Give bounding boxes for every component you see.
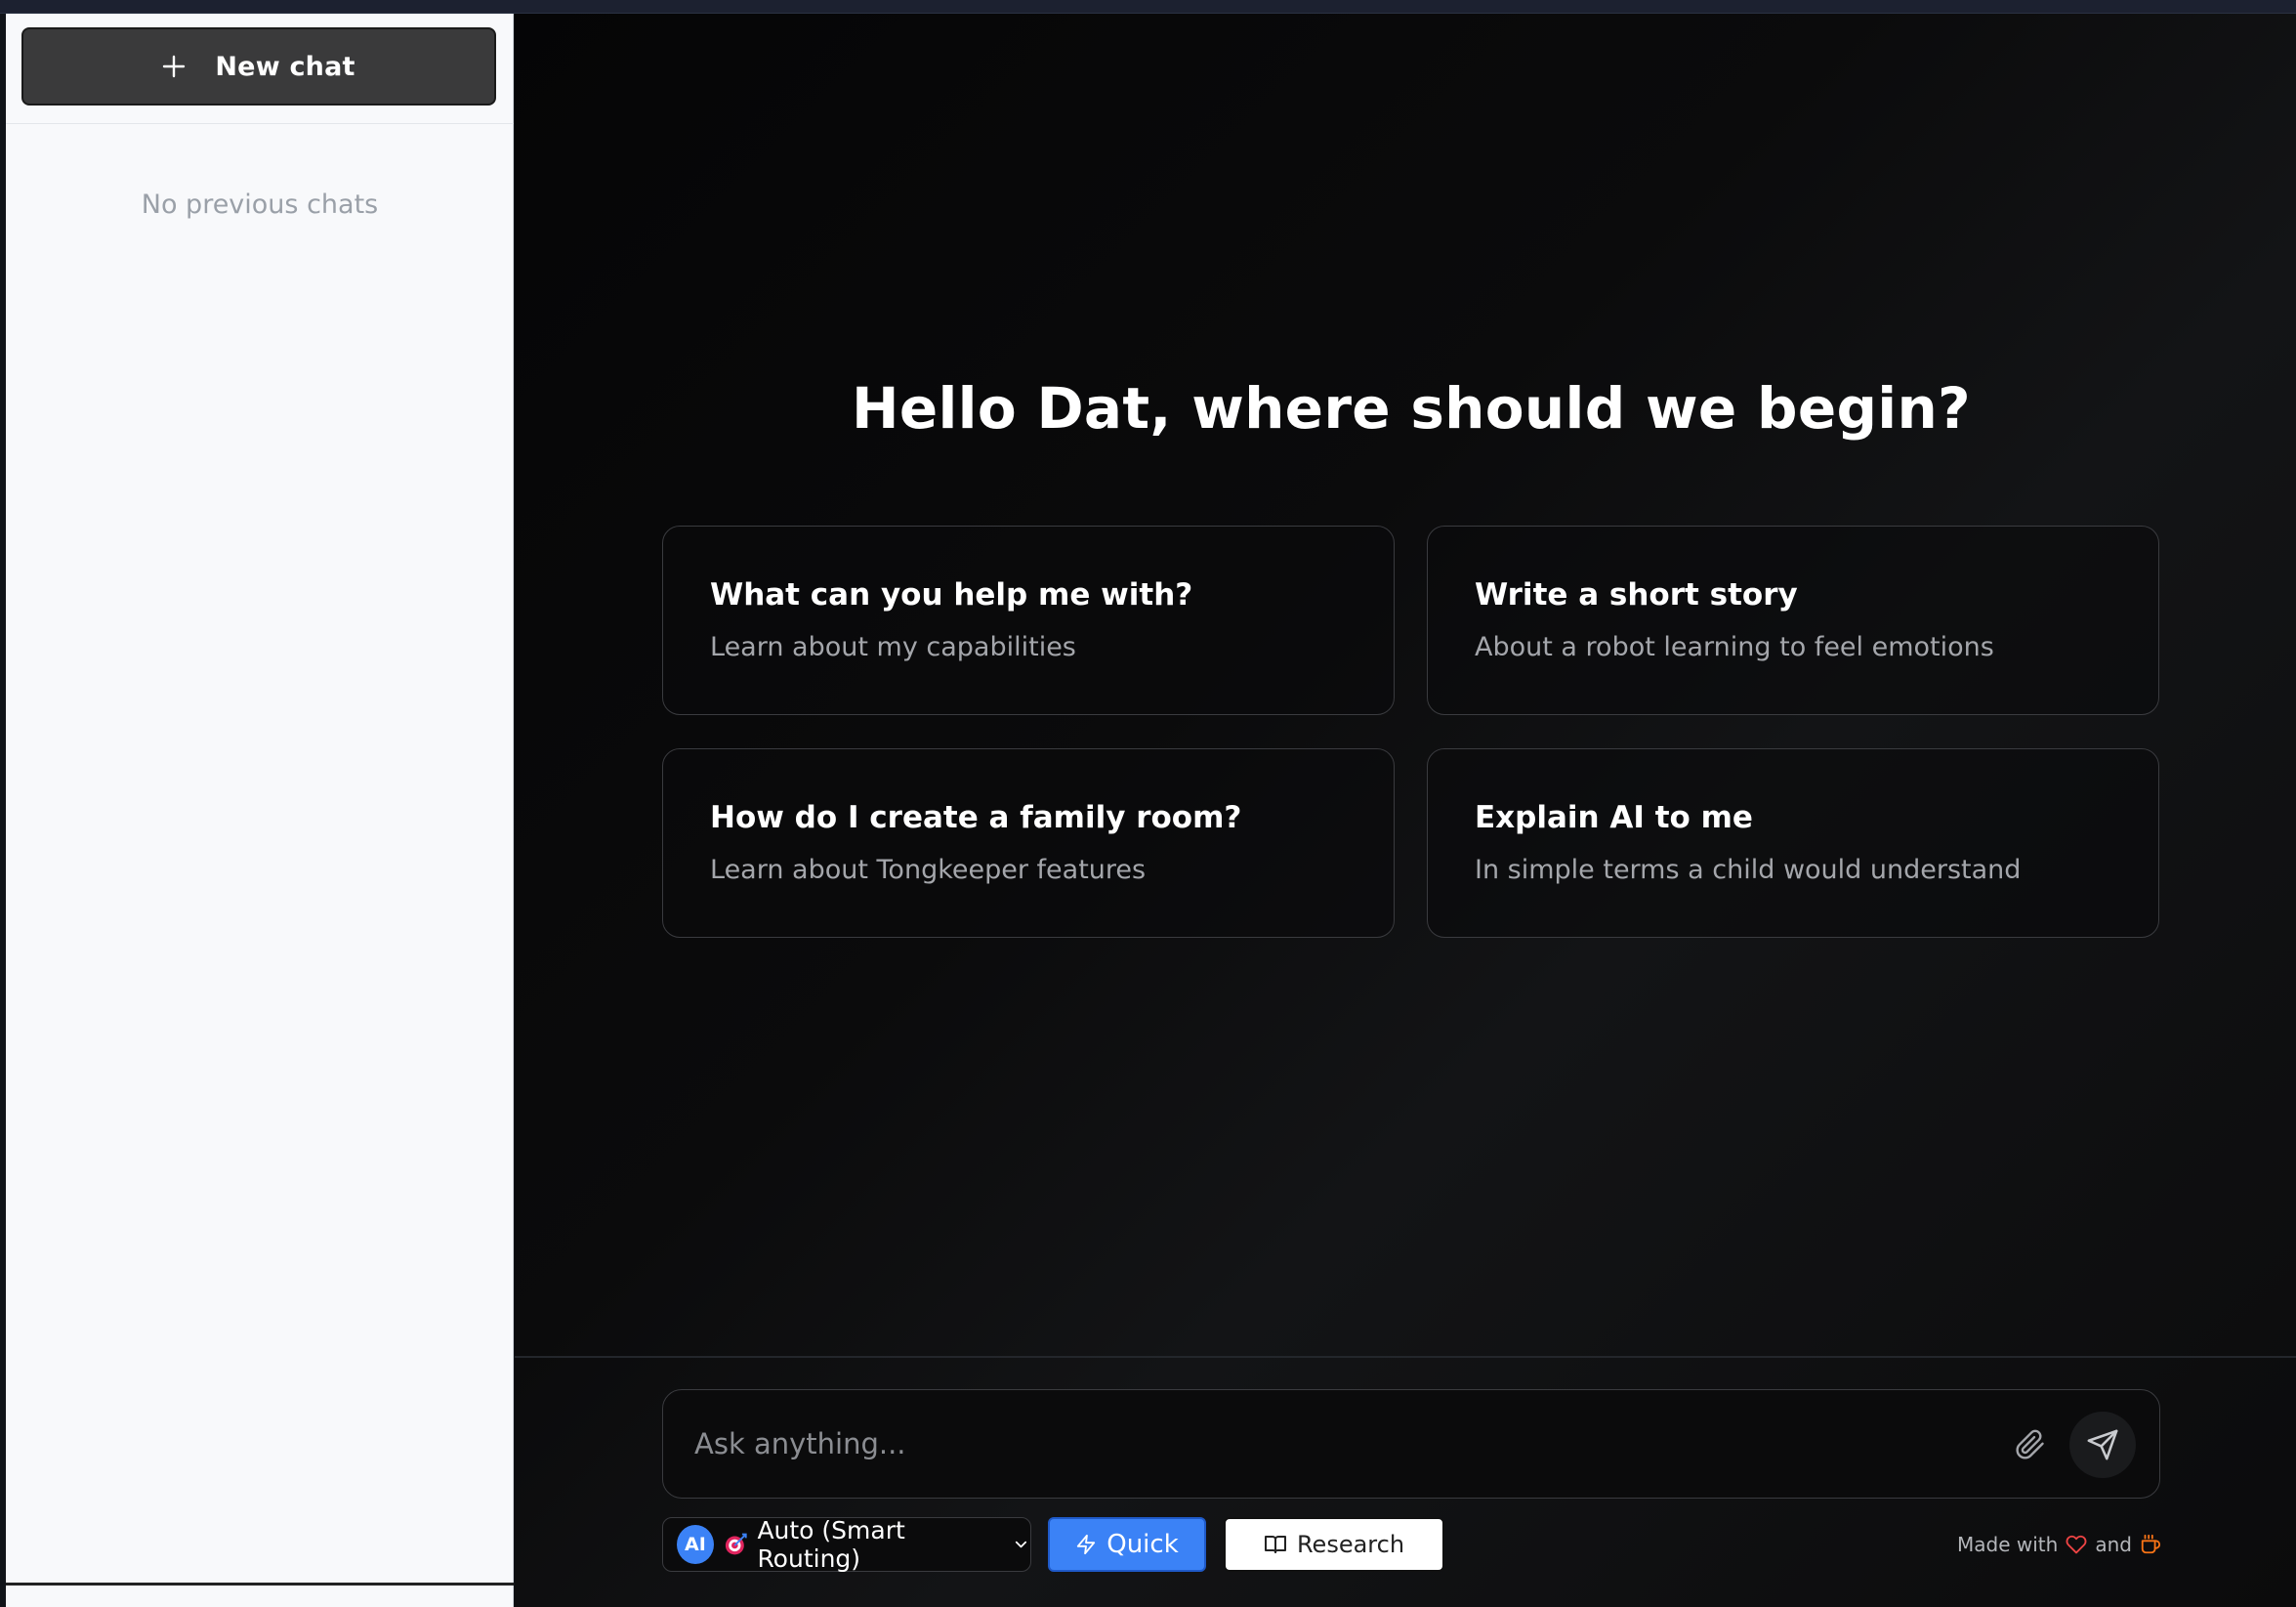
greeting-heading: Hello Dat, where should we begin? <box>852 375 1971 442</box>
suggestion-subtitle: Learn about Tongkeeper features <box>710 855 1147 885</box>
suggestion-card-family-room[interactable]: How do I create a family room? Learn abo… <box>662 748 1395 938</box>
plus-icon <box>163 55 186 78</box>
suggestion-title: Explain AI to me <box>1475 800 1753 835</box>
book-icon <box>1264 1536 1286 1553</box>
made-with-footer: Made with and <box>1957 1530 2172 1559</box>
heart-icon <box>2066 1535 2087 1554</box>
research-mode-button[interactable]: Research <box>1224 1517 1444 1572</box>
ai-badge: AI <box>677 1525 714 1564</box>
sidebar-divider <box>6 123 514 124</box>
chevron-down-icon <box>1015 1541 1027 1548</box>
made-with-label: Made with <box>1957 1533 2059 1556</box>
suggestion-subtitle: Learn about my capabilities <box>710 632 1076 662</box>
target-icon <box>725 1533 747 1555</box>
new-chat-label: New chat <box>215 51 355 82</box>
chat-main: Hello Dat, where should we begin? What c… <box>515 14 2296 1607</box>
empty-chats-message: No previous chats <box>141 190 379 220</box>
suggestion-card-short-story[interactable]: Write a short story About a robot learni… <box>1427 526 2159 715</box>
suggestion-card-explain-ai[interactable]: Explain AI to me In simple terms a child… <box>1427 748 2159 938</box>
and-label: and <box>2095 1533 2132 1556</box>
model-label: Auto (Smart Routing) <box>757 1516 905 1573</box>
suggestion-title: Write a short story <box>1475 577 1798 613</box>
sidebar-bottom-divider <box>6 1583 514 1586</box>
send-icon <box>2087 1429 2118 1460</box>
paperclip-icon <box>2016 1429 2044 1459</box>
message-input[interactable] <box>692 1419 1962 1468</box>
attach-file-button[interactable] <box>2011 1425 2050 1464</box>
send-button[interactable] <box>2069 1412 2136 1478</box>
new-chat-button[interactable]: New chat <box>21 27 496 106</box>
composer-divider <box>515 1356 2296 1358</box>
suggestion-subtitle: About a robot learning to feel emotions <box>1475 632 1994 662</box>
suggestion-card-capabilities[interactable]: What can you help me with? Learn about m… <box>662 526 1395 715</box>
model-selector[interactable]: AI Auto (Smart Routing) <box>662 1516 1031 1573</box>
coffee-icon <box>2141 1534 2161 1554</box>
suggestion-title: How do I create a family room? <box>710 800 1242 835</box>
sidebar: New chat No previous chats <box>6 14 514 1607</box>
message-composer <box>662 1389 2160 1499</box>
window-top-bar <box>0 0 2296 14</box>
lightning-icon <box>1077 1534 1096 1555</box>
suggestion-title: What can you help me with? <box>710 577 1193 613</box>
suggestion-subtitle: In simple terms a child would understand <box>1475 855 2022 885</box>
research-mode-label: Research <box>1296 1531 1405 1558</box>
quick-mode-button[interactable]: Quick <box>1048 1517 1206 1572</box>
quick-mode-label: Quick <box>1106 1530 1179 1559</box>
